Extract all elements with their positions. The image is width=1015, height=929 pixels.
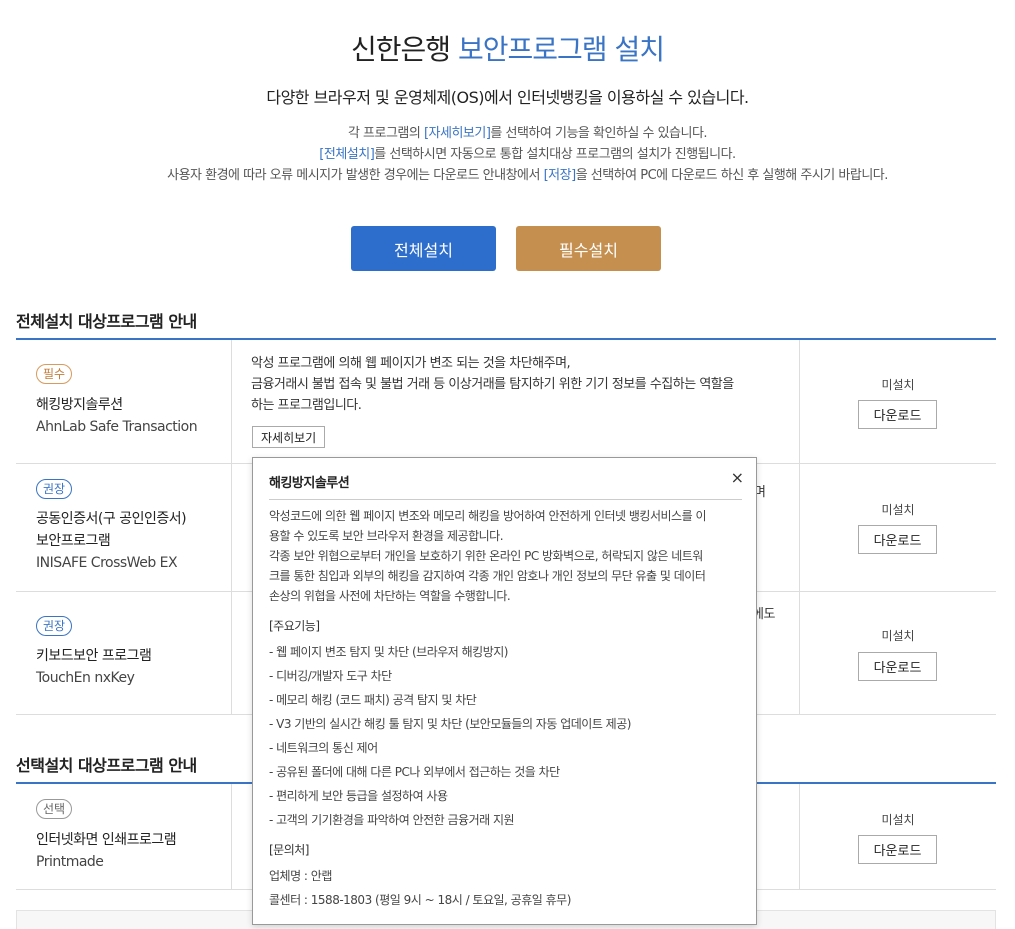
page-subtitle: 다양한 브라우저 및 운영체제(OS)에서 인터넷뱅킹을 이용하실 수 있습니다… xyxy=(266,88,749,107)
feature-item: - 편리하게 보안 등급을 설정하여 사용 xyxy=(269,789,448,803)
download-button[interactable]: 다운로드 xyxy=(858,652,937,681)
program-name-cell: 선택 인터넷화면 인쇄프로그램 Printmade xyxy=(16,784,232,889)
download-button[interactable]: 다운로드 xyxy=(858,400,937,429)
page-title: 신한은행 보안프로그램 설치 xyxy=(0,28,1015,68)
company-name: 업체명 : 안랩 xyxy=(269,869,332,883)
full-install-section-title: 전체설치 대상프로그램 안내 xyxy=(16,312,197,331)
popup-desc-line: 악성코드에 의한 웹 페이지 변조와 메모리 해킹을 방어하여 안전하게 인터넷… xyxy=(269,509,706,523)
program-description: 악성 프로그램에 의해 웹 페이지가 변조 되는 것을 차단해주며, 금융거래시… xyxy=(251,356,734,413)
feature-item: - 디버깅/개발자 도구 차단 xyxy=(269,669,392,683)
contact-heading: [문의처] xyxy=(269,843,309,857)
program-status-cell: 미설치 다운로드 xyxy=(800,784,996,889)
page-title-accent: 보안프로그램 설치 xyxy=(457,33,665,66)
install-required-button[interactable]: 필수설치 xyxy=(516,226,661,271)
program-name-cell: 권장 키보드보안 프로그램 TouchEn nxKey xyxy=(16,592,232,714)
feature-item: - 웹 페이지 변조 탐지 및 차단 (브라우저 해킹방지) xyxy=(269,645,508,659)
popup-desc-line: 각종 보안 위협으로부터 개인을 보호하기 위한 온라인 PC 방화벽으로, 허… xyxy=(269,549,703,563)
popup-body: 악성코드에 의한 웹 페이지 변조와 메모리 해킹을 방어하여 안전하게 인터넷… xyxy=(269,506,749,912)
program-name: 키보드보안 프로그램 TouchEn nxKey xyxy=(36,648,152,686)
optional-install-section-title: 선택설치 대상프로그램 안내 xyxy=(16,756,197,775)
guide-text: 각 프로그램의 [자세히보기]를 선택하여 기능을 확인하실 수 있습니다. [… xyxy=(0,123,1015,186)
guide-line-1: 각 프로그램의 [자세히보기]를 선택하여 기능을 확인하실 수 있습니다. xyxy=(347,126,708,141)
recommended-badge: 권장 xyxy=(36,616,73,636)
program-row-ahnlab: 필수 해킹방지솔루션 AhnLab Safe Transaction 악성 프로… xyxy=(16,340,996,464)
program-status-cell: 미설치 다운로드 xyxy=(800,340,996,463)
features-heading: [주요기능] xyxy=(269,619,320,633)
install-status: 미설치 xyxy=(881,629,915,643)
program-name: 인터넷화면 인쇄프로그램 Printmade xyxy=(36,832,177,870)
program-name-cell: 필수 해킹방지솔루션 AhnLab Safe Transaction xyxy=(16,340,232,463)
optional-badge: 선택 xyxy=(36,799,73,819)
download-button[interactable]: 다운로드 xyxy=(858,835,937,864)
required-badge: 필수 xyxy=(36,364,73,384)
install-status: 미설치 xyxy=(881,378,915,392)
feature-item: - 메모리 해킹 (코드 패치) 공격 탐지 및 차단 xyxy=(269,693,477,707)
install-status: 미설치 xyxy=(881,813,915,827)
page-title-prefix: 신한은행 xyxy=(351,33,451,66)
program-status-cell: 미설치 다운로드 xyxy=(800,464,996,591)
recommended-badge: 권장 xyxy=(36,479,73,499)
program-name-cell: 권장 공동인증서(구 공인인증서) 보안프로그램 INISAFE CrossWe… xyxy=(16,464,232,591)
feature-item: - V3 기반의 실시간 해킹 툴 탐지 및 차단 (보안모듈들의 자동 업데이… xyxy=(269,717,631,731)
feature-item: - 고객의 기기환경을 파악하여 안전한 금융거래 지원 xyxy=(269,813,515,827)
popup-divider xyxy=(269,499,742,500)
program-status-cell: 미설치 다운로드 xyxy=(800,592,996,714)
guide-line-2: [전체설치]를 선택하시면 자동으로 통합 설치대상 프로그램의 설치가 진행됩… xyxy=(319,147,736,162)
popup-desc-line: 손상의 위협을 사전에 차단하는 역할을 수행합니다. xyxy=(269,589,511,603)
feature-item: - 네트워크의 통신 제어 xyxy=(269,741,378,755)
program-name: 공동인증서(구 공인인증서) 보안프로그램 INISAFE CrossWeb E… xyxy=(36,511,187,571)
install-all-button[interactable]: 전체설치 xyxy=(351,226,496,271)
install-status: 미설치 xyxy=(881,503,915,517)
popup-desc-line: 크를 통한 침입과 외부의 해킹을 감지하여 각종 개인 암호나 개인 정보의 … xyxy=(269,569,706,583)
popup-desc-line: 용할 수 있도록 보안 브라우저 환경을 제공합니다. xyxy=(269,529,504,543)
download-button[interactable]: 다운로드 xyxy=(858,525,937,554)
feature-item: - 공유된 폴더에 대해 다른 PC나 외부에서 접근하는 것을 차단 xyxy=(269,765,560,779)
detail-view-button[interactable]: 자세히보기 xyxy=(252,426,326,448)
call-center: 콜센터 : 1588-1803 (평일 9시 ~ 18시 / 토요일, 공휴일 … xyxy=(269,893,571,907)
popup-title: 해킹방지솔루션 xyxy=(269,476,350,491)
program-desc-cell: 악성 프로그램에 의해 웹 페이지가 변조 되는 것을 차단해주며, 금융거래시… xyxy=(232,340,800,463)
program-name: 해킹방지솔루션 AhnLab Safe Transaction xyxy=(36,397,198,435)
close-icon[interactable]: × xyxy=(731,470,744,486)
guide-line-3: 사용자 환경에 따라 오류 메시지가 발생한 경우에는 다운로드 안내창에서 [… xyxy=(167,168,888,183)
detail-popup: 해킹방지솔루션 × 악성코드에 의한 웹 페이지 변조와 메모리 해킹을 방어하… xyxy=(252,457,757,925)
